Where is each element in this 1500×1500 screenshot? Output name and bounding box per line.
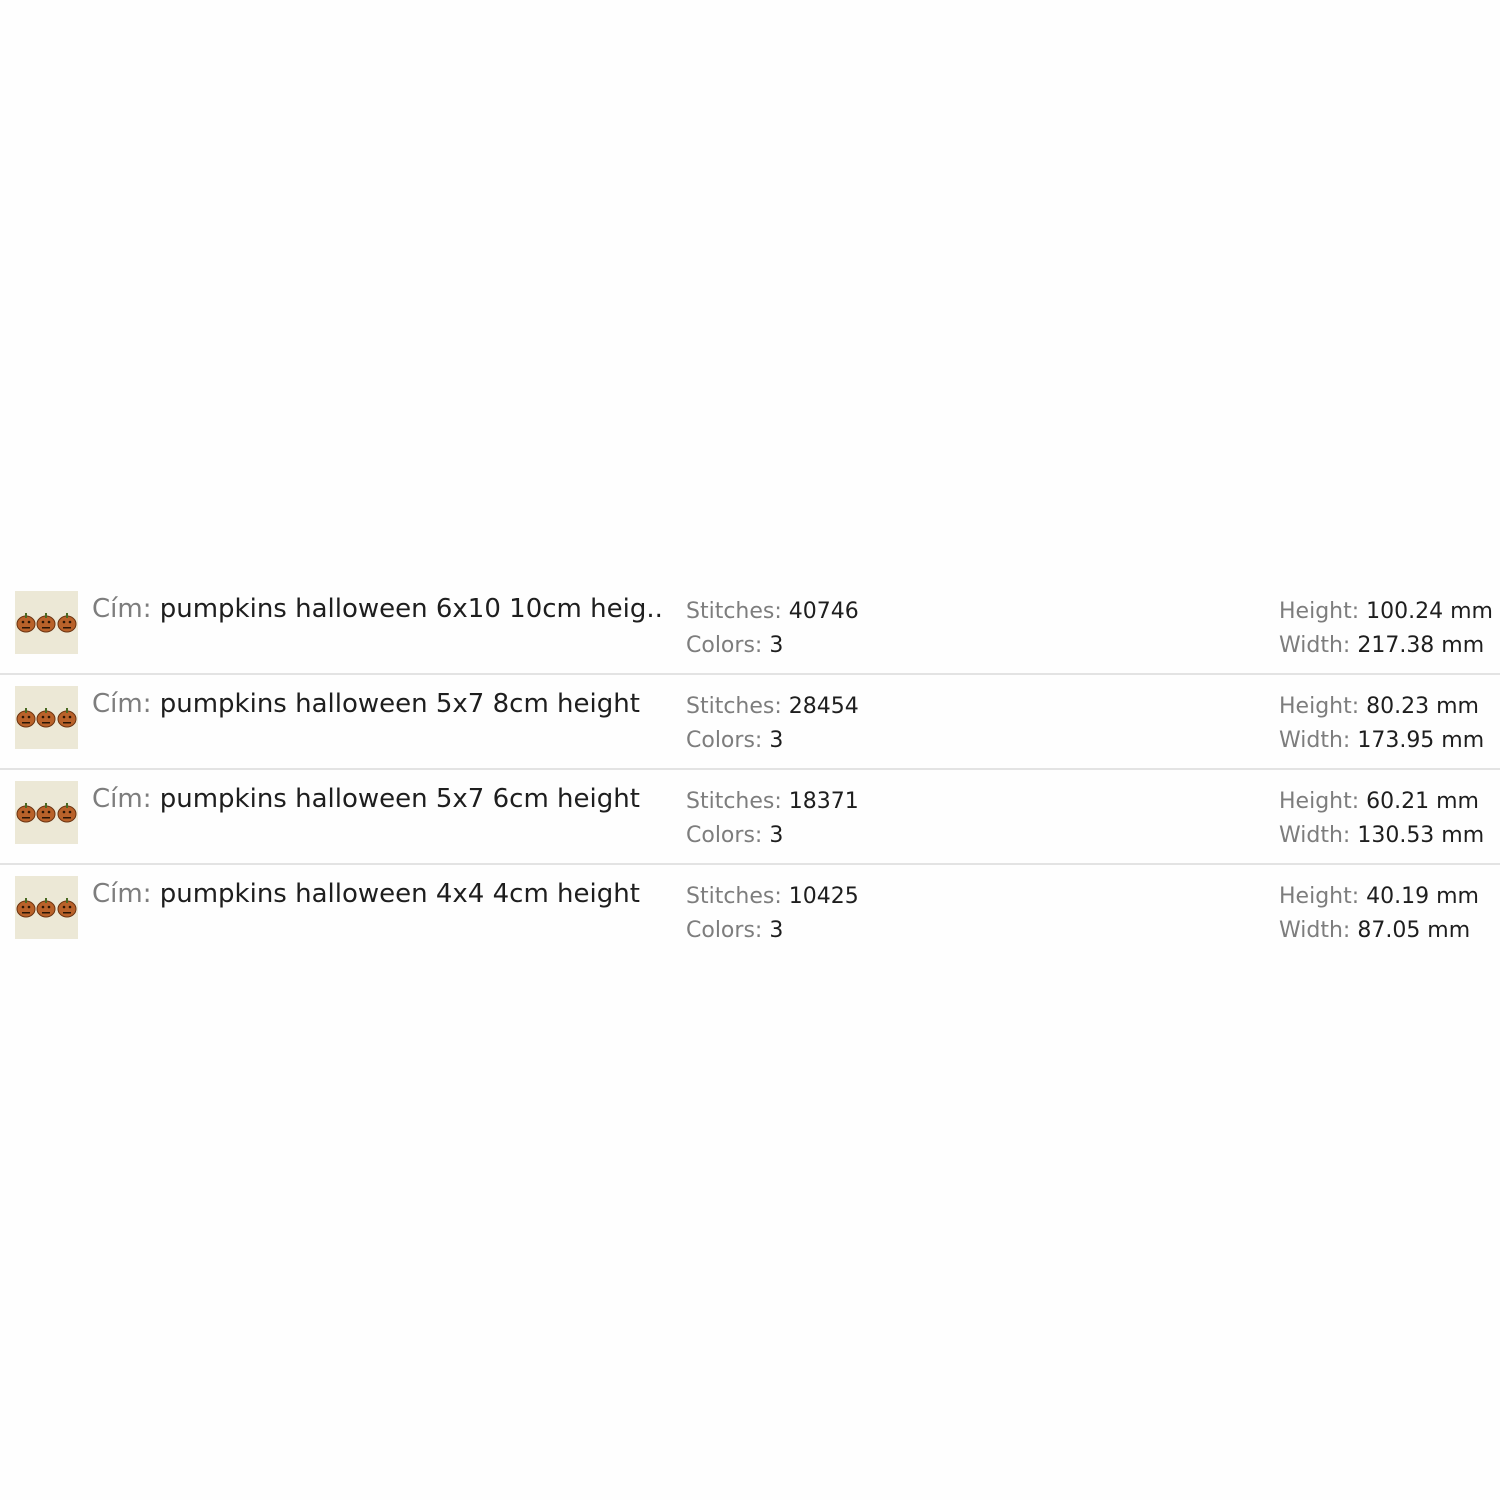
height-value: 100.24 mm bbox=[1366, 599, 1493, 624]
file-name: pumpkins halloween 5x7 8cm height bbox=[159, 689, 640, 719]
height-info: Height: 60.21 mm bbox=[1279, 787, 1479, 817]
width-label: Width: bbox=[1279, 918, 1351, 943]
file-row[interactable]: Cím: pumpkins halloween 5x7 8cm height S… bbox=[0, 675, 1500, 770]
stitches-info: Stitches: 28454 bbox=[686, 692, 859, 722]
colors-info: Colors: 3 bbox=[686, 821, 783, 851]
colors-label: Colors: bbox=[686, 823, 763, 848]
stitches-label: Stitches: bbox=[686, 599, 782, 624]
stitches-value: 28454 bbox=[788, 694, 859, 719]
title-label: Cím: bbox=[92, 879, 152, 909]
pumpkins-thumbnail-icon[interactable] bbox=[15, 781, 78, 844]
height-label: Height: bbox=[1279, 694, 1360, 719]
design-file-list: Cím: pumpkins halloween 6x10 10cm heig..… bbox=[0, 580, 1500, 960]
stitches-label: Stitches: bbox=[686, 694, 782, 719]
file-title: Cím: pumpkins halloween 6x10 10cm heig..… bbox=[92, 592, 662, 626]
height-label: Height: bbox=[1279, 884, 1360, 909]
height-label: Height: bbox=[1279, 599, 1360, 624]
width-info: Width: 87.05 mm bbox=[1279, 916, 1470, 946]
colors-info: Colors: 3 bbox=[686, 631, 783, 661]
width-value: 173.95 mm bbox=[1357, 728, 1485, 753]
width-info: Width: 217.38 mm bbox=[1279, 631, 1484, 661]
height-value: 60.21 mm bbox=[1366, 789, 1479, 814]
title-label: Cím: bbox=[92, 689, 152, 719]
pumpkins-thumbnail-icon[interactable] bbox=[15, 686, 78, 749]
height-info: Height: 80.23 mm bbox=[1279, 692, 1479, 722]
file-title: Cím: pumpkins halloween 5x7 6cm height bbox=[92, 782, 662, 816]
colors-info: Colors: 3 bbox=[686, 916, 783, 946]
height-label: Height: bbox=[1279, 789, 1360, 814]
pumpkins-thumbnail-icon[interactable] bbox=[15, 591, 78, 654]
stitches-label: Stitches: bbox=[686, 884, 782, 909]
height-value: 80.23 mm bbox=[1366, 694, 1479, 719]
colors-label: Colors: bbox=[686, 918, 763, 943]
file-name: pumpkins halloween 5x7 6cm height bbox=[159, 784, 640, 814]
height-info: Height: 100.24 mm bbox=[1279, 597, 1493, 627]
file-row[interactable]: Cím: pumpkins halloween 5x7 6cm height S… bbox=[0, 770, 1500, 865]
colors-value: 3 bbox=[769, 633, 784, 658]
width-label: Width: bbox=[1279, 728, 1351, 753]
stitches-value: 40746 bbox=[788, 599, 859, 624]
width-info: Width: 173.95 mm bbox=[1279, 726, 1484, 756]
file-title: Cím: pumpkins halloween 5x7 8cm height bbox=[92, 687, 662, 721]
height-value: 40.19 mm bbox=[1366, 884, 1479, 909]
colors-value: 3 bbox=[769, 823, 784, 848]
title-label: Cím: bbox=[92, 594, 152, 624]
width-value: 217.38 mm bbox=[1357, 633, 1485, 658]
width-label: Width: bbox=[1279, 823, 1351, 848]
height-info: Height: 40.19 mm bbox=[1279, 882, 1479, 912]
width-value: 130.53 mm bbox=[1357, 823, 1485, 848]
width-value: 87.05 mm bbox=[1357, 918, 1471, 943]
pumpkins-thumbnail-icon[interactable] bbox=[15, 876, 78, 939]
colors-label: Colors: bbox=[686, 633, 763, 658]
stitches-label: Stitches: bbox=[686, 789, 782, 814]
colors-value: 3 bbox=[769, 728, 784, 753]
file-title: Cím: pumpkins halloween 4x4 4cm height bbox=[92, 877, 662, 911]
file-name: pumpkins halloween 4x4 4cm height bbox=[159, 879, 640, 909]
file-row[interactable]: Cím: pumpkins halloween 6x10 10cm heig..… bbox=[0, 580, 1500, 675]
stitches-info: Stitches: 40746 bbox=[686, 597, 859, 627]
stitches-info: Stitches: 18371 bbox=[686, 787, 859, 817]
stitches-info: Stitches: 10425 bbox=[686, 882, 859, 912]
stitches-value: 18371 bbox=[788, 789, 859, 814]
title-label: Cím: bbox=[92, 784, 152, 814]
stitches-value: 10425 bbox=[788, 884, 859, 909]
colors-info: Colors: 3 bbox=[686, 726, 783, 756]
width-label: Width: bbox=[1279, 633, 1351, 658]
file-name: pumpkins halloween 6x10 10cm heig... bbox=[159, 594, 662, 624]
width-info: Width: 130.53 mm bbox=[1279, 821, 1484, 851]
colors-label: Colors: bbox=[686, 728, 763, 753]
colors-value: 3 bbox=[769, 918, 784, 943]
file-row[interactable]: Cím: pumpkins halloween 4x4 4cm height S… bbox=[0, 865, 1500, 960]
